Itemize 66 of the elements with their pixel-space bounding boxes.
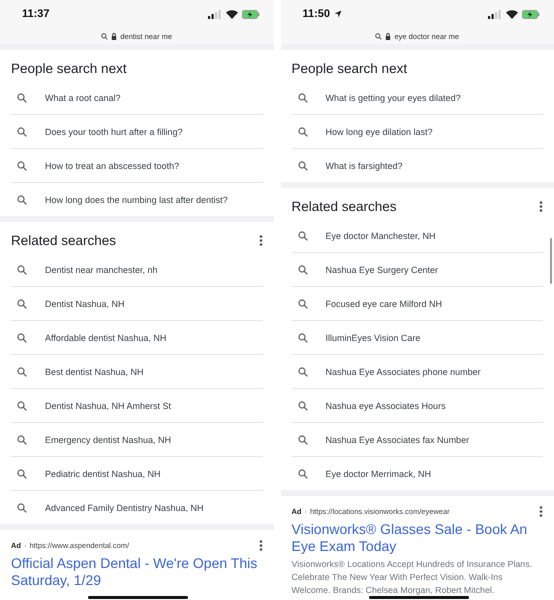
search-icon [17, 400, 27, 410]
search-icon [298, 160, 308, 170]
search-suggestion[interactable]: Dentist Nashua, NH [45, 298, 125, 308]
search-icon [298, 298, 308, 308]
search-icon [298, 366, 308, 376]
search-suggestion[interactable]: Advanced Family Dentistry Nashua, NH [45, 502, 204, 512]
search-suggestion[interactable]: Pediatric dentist Nashua, NH [45, 468, 161, 478]
search-icon [17, 298, 27, 308]
search-suggestion[interactable]: Dentist near manchester, nh [45, 264, 158, 274]
search-suggestion[interactable]: Best dentist Nashua, NH [45, 366, 144, 376]
search-icon [17, 366, 27, 376]
search-suggestion[interactable]: Nashua eye Associates Hours [326, 400, 446, 410]
wifi-icon [226, 10, 238, 18]
search-suggestion[interactable]: Nashua Eye Associates fax Number [326, 434, 470, 444]
search-suggestion[interactable]: Nashua Eye Associates phone number [326, 366, 481, 376]
search-suggestion[interactable]: How to treat an abscessed tooth? [45, 160, 180, 170]
scroll-indicator [550, 238, 552, 284]
section-title: Related searches [292, 198, 398, 214]
search-suggestion[interactable]: How long does the numbing last after dentist? [45, 194, 228, 204]
search-icon [298, 434, 308, 444]
search-suggestion[interactable]: Emergency dentist Nashua, NH [45, 434, 172, 444]
search-icon [298, 126, 308, 136]
search-icon [17, 92, 27, 102]
section-title: Related searches [11, 232, 118, 248]
search-icon [17, 160, 27, 170]
section-title: People search next [11, 60, 128, 76]
search-icon [17, 434, 27, 444]
ad-title-link[interactable]: Official Aspen Dental - We're Open This Saturday, 1/29 [11, 555, 262, 589]
search-suggestion[interactable]: IlluminEyes Vision Care [326, 332, 420, 342]
search-suggestion[interactable]: Dentist Nashua, NH Amherst St [45, 400, 172, 410]
ad-description: Visionworks® Locations Accept Hundreds of Insurance Plans. Celebrate The New Year With Perfect Vision. Walk-Ins Welcome. Brands: Chelsea Morgan, Robert Mitchel. [292, 558, 534, 597]
status-time: 11:50 [302, 8, 330, 20]
search-suggestion[interactable]: What is getting your eyes dilated? [326, 92, 461, 102]
more-options-icon[interactable] [539, 200, 543, 212]
more-options-icon[interactable] [539, 506, 543, 517]
search-icon [298, 400, 308, 410]
search-icon [298, 332, 308, 342]
search-suggestion[interactable]: Eye doctor Merrimack, NH [326, 468, 432, 478]
more-options-icon[interactable] [258, 540, 262, 551]
search-suggestion[interactable]: Eye doctor Manchester, NH [326, 230, 436, 240]
signal-icon [488, 10, 502, 18]
search-icon [17, 468, 27, 478]
search-suggestion[interactable]: Does your tooth hurt after a filling? [45, 126, 183, 136]
section-title: People search next [292, 60, 408, 76]
more-options-icon[interactable] [258, 234, 262, 246]
search-suggestion[interactable]: Focused eye care Milford NH [326, 298, 442, 308]
search-icon [17, 264, 27, 274]
search-icon [298, 230, 308, 240]
search-suggestion[interactable]: What is farsighted? [326, 160, 403, 170]
search-icon [298, 92, 308, 102]
search-icon [17, 126, 27, 136]
search-suggestion[interactable]: Affordable dentist Nashua, NH [45, 332, 166, 342]
search-icon [17, 332, 27, 342]
wifi-icon [506, 10, 518, 18]
signal-icon [208, 10, 222, 18]
search-icon [298, 468, 308, 478]
status-time: 11:37 [22, 8, 50, 20]
search-suggestion[interactable]: What a root canal? [45, 92, 121, 102]
ad-title-link[interactable]: Visionworks® Glasses Sale - Book An Eye Exam Today [292, 521, 543, 555]
search-suggestion[interactable]: How long eye dilation last? [326, 126, 433, 136]
battery-icon [242, 10, 260, 18]
search-suggestion[interactable]: Nashua Eye Surgery Center [326, 264, 438, 274]
search-icon [17, 502, 27, 512]
search-icon [17, 194, 27, 204]
battery-icon [522, 10, 540, 18]
search-icon [298, 264, 308, 274]
